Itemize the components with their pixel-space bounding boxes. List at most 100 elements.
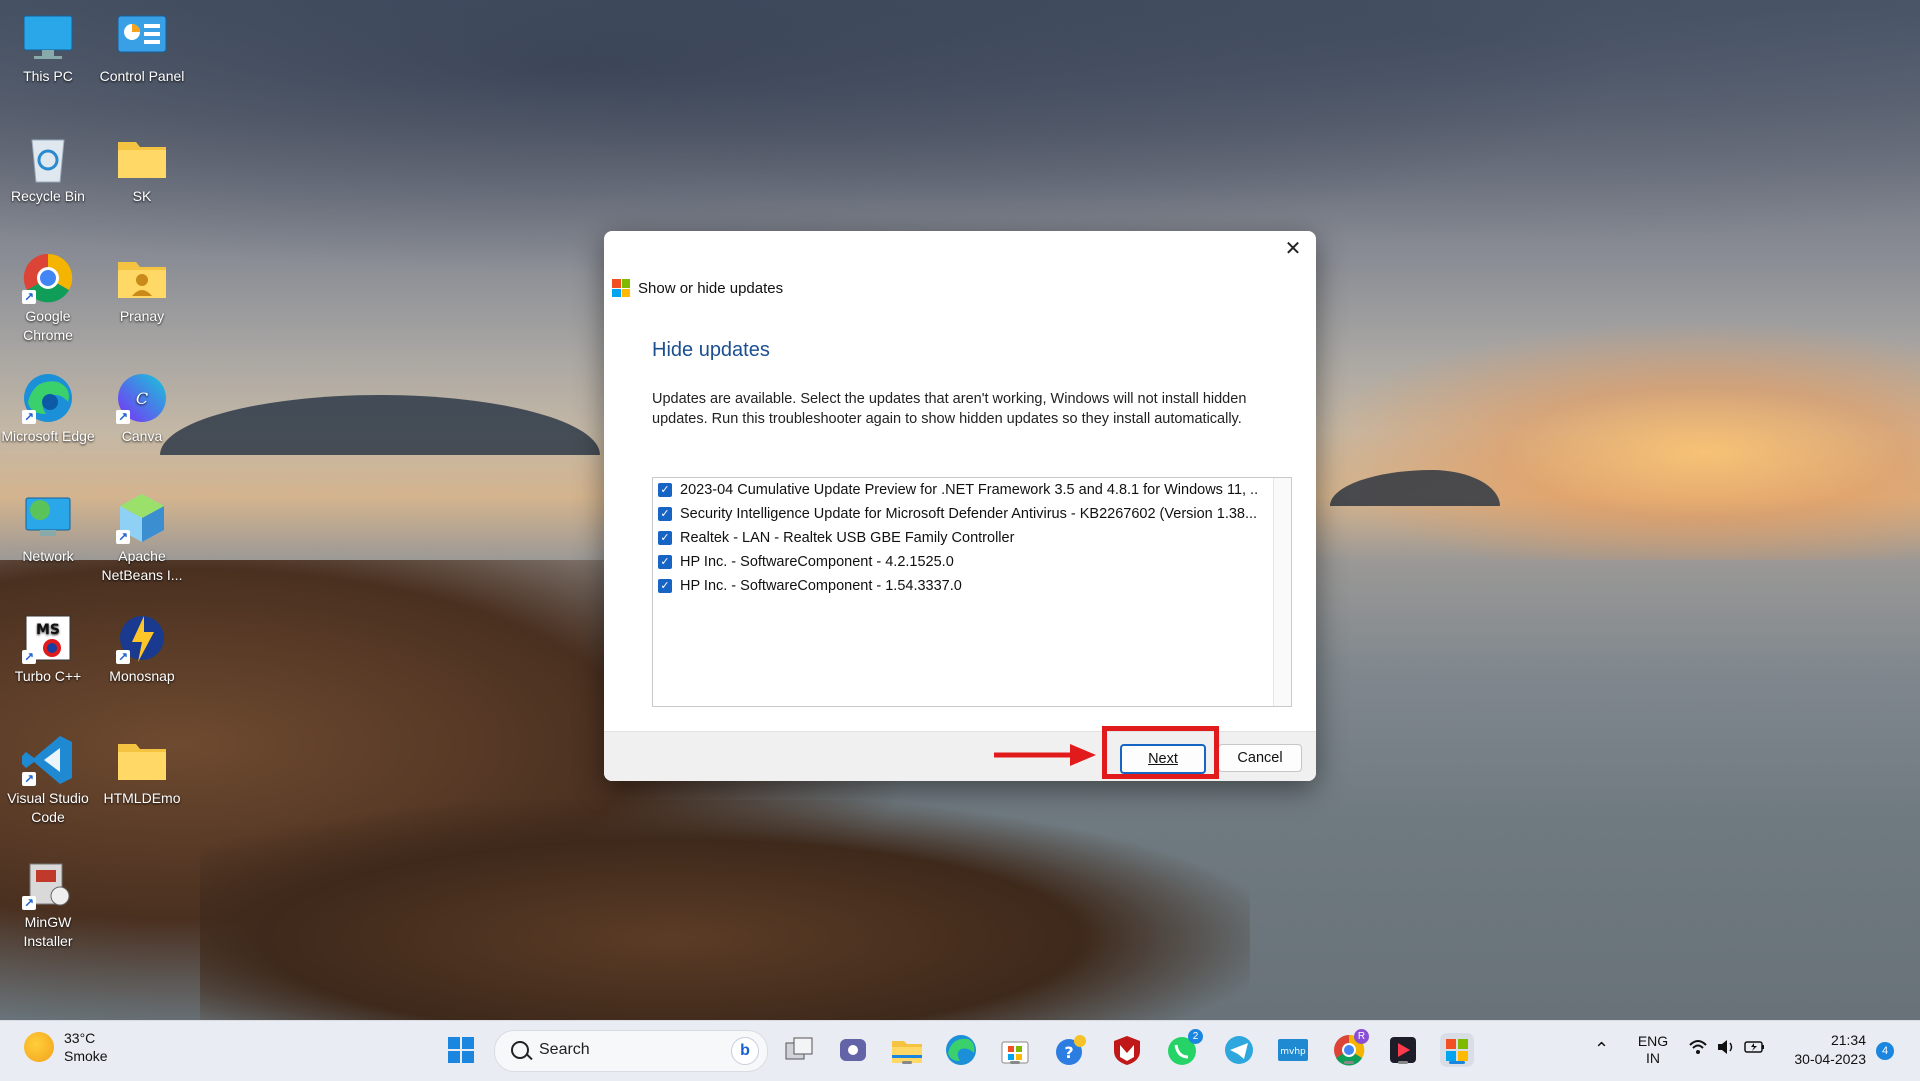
desktop-icon-htmldemo[interactable]: HTMLDEmo	[94, 734, 190, 808]
canva-icon: C ↗	[114, 372, 170, 424]
svg-text:mvhp: mvhp	[1280, 1047, 1306, 1057]
edge-icon: ↗	[20, 372, 76, 424]
desktop-icon-label: This PC	[23, 68, 73, 84]
checkbox-checked-icon[interactable]: ✓	[658, 555, 672, 569]
desktop-icon-label: Microsoft Edge	[1, 428, 95, 444]
update-label: 2023-04 Cumulative Update Preview for .N…	[680, 482, 1258, 498]
desktop-icon-google-chrome[interactable]: ↗ Google Chrome	[0, 252, 96, 345]
weather-description: Smoke	[64, 1048, 108, 1064]
taskbar-whatsapp[interactable]: 2	[1166, 1029, 1203, 1067]
wifi-icon[interactable]	[1688, 1037, 1708, 1060]
desktop-icon-label: Control Panel	[99, 68, 185, 84]
dialog-title-bar: Show or hide updates	[612, 279, 783, 297]
weather-widget[interactable]: 33°C Smoke	[24, 1029, 108, 1065]
wallpaper-rocks-foreground	[200, 800, 1250, 1030]
show-hidden-icons-chevron-up-icon[interactable]: ⌃	[1594, 1039, 1609, 1060]
language-indicator[interactable]: ENG IN	[1636, 1033, 1670, 1067]
desktop-icon-control-panel[interactable]: Control Panel	[94, 12, 190, 86]
desktop-icon-label: MinGW Installer	[23, 914, 73, 949]
update-item[interactable]: ✓ HP Inc. - SoftwareComponent - 1.54.333…	[653, 574, 1258, 598]
taskbar-windows-update-troubleshooter[interactable]	[1440, 1033, 1474, 1067]
folder-icon	[114, 132, 170, 184]
windows-logo-icon	[612, 279, 630, 297]
vscode-icon: ↗	[20, 734, 76, 786]
monosnap-icon: ↗	[114, 612, 170, 664]
update-item[interactable]: ✓ 2023-04 Cumulative Update Preview for …	[653, 478, 1258, 502]
desktop-icon-label: Network	[22, 548, 74, 564]
desktop-icon-monosnap[interactable]: ↗ Monosnap	[94, 612, 190, 686]
desktop-icon-microsoft-edge[interactable]: ↗ Microsoft Edge	[0, 372, 96, 446]
desktop-icon-sk[interactable]: SK	[94, 132, 190, 206]
page-heading: Hide updates	[652, 339, 770, 361]
task-view-icon	[785, 1037, 813, 1060]
svg-text:C: C	[136, 389, 148, 408]
taskbar-file-explorer[interactable]	[890, 1033, 924, 1067]
mcafee-shield-icon	[1114, 1036, 1140, 1065]
checkbox-checked-icon[interactable]: ✓	[658, 579, 672, 593]
battery-icon[interactable]	[1744, 1037, 1766, 1060]
desktop-icon-this-pc[interactable]: This PC	[0, 12, 96, 86]
desktop-icon-network[interactable]: Network	[0, 492, 96, 566]
desktop-icon-label: Visual Studio Code	[7, 790, 89, 825]
shortcut-arrow-icon: ↗	[22, 772, 36, 786]
taskbar-get-help[interactable]: ?	[1054, 1033, 1088, 1067]
annotation-highlight-box	[1102, 726, 1219, 779]
taskbar-teams[interactable]	[836, 1033, 870, 1067]
language-code: ENG	[1637, 1033, 1669, 1049]
show-hide-updates-dialog: ✕ Show or hide updates Hide updates Upda…	[604, 231, 1316, 781]
volume-icon[interactable]	[1716, 1037, 1736, 1060]
telegram-icon	[1225, 1036, 1253, 1064]
task-view-button[interactable]	[782, 1033, 816, 1067]
clock[interactable]: 21:34 30-04-2023	[1784, 1031, 1866, 1069]
checkbox-checked-icon[interactable]: ✓	[658, 507, 672, 521]
taskbar-chrome[interactable]: R	[1332, 1029, 1369, 1067]
desktop-icon-label: Google Chrome	[23, 308, 73, 343]
checkbox-checked-icon[interactable]: ✓	[658, 531, 672, 545]
shortcut-arrow-icon: ↗	[22, 290, 36, 304]
taskbar-edge[interactable]	[944, 1033, 978, 1067]
taskbar-telegram[interactable]	[1222, 1033, 1256, 1067]
update-label: HP Inc. - SoftwareComponent - 1.54.3337.…	[680, 578, 962, 594]
network-icon	[20, 492, 76, 544]
desktop-icon-label: Turbo C++	[14, 668, 82, 684]
taskbar-mvhp[interactable]: mvhp	[1276, 1033, 1310, 1067]
taskbar-anydesk-like[interactable]	[1386, 1033, 1420, 1067]
shortcut-arrow-icon: ↗	[22, 650, 36, 664]
update-label: Security Intelligence Update for Microso…	[680, 506, 1258, 522]
desktop-icon-pranay[interactable]: Pranay	[94, 252, 190, 326]
desktop-icon-recycle-bin[interactable]: Recycle Bin	[0, 132, 96, 206]
control-panel-icon	[114, 12, 170, 64]
desktop-icon-turbo-cpp[interactable]: MS ↗ Turbo C++	[0, 612, 96, 686]
shortcut-arrow-icon: ↗	[116, 650, 130, 664]
whatsapp-badge: 2	[1188, 1029, 1203, 1044]
cancel-button[interactable]: Cancel	[1218, 744, 1302, 772]
taskbar-microsoft-store[interactable]	[998, 1033, 1032, 1067]
folder-icon	[114, 734, 170, 786]
chrome-profile-badge: R	[1354, 1029, 1369, 1044]
list-scrollbar[interactable]	[1273, 478, 1291, 706]
taskbar-search-box[interactable]: Search b	[494, 1030, 768, 1072]
running-indicator	[1398, 1061, 1408, 1064]
desktop-icon-visual-studio-code[interactable]: ↗ Visual Studio Code	[0, 734, 96, 827]
update-item[interactable]: ✓ Security Intelligence Update for Micro…	[653, 502, 1258, 526]
start-button[interactable]	[444, 1033, 478, 1067]
desktop-icon-label: HTMLDEmo	[103, 790, 181, 806]
desktop-icon-canva[interactable]: C ↗ Canva	[94, 372, 190, 446]
updates-list[interactable]: ✓ 2023-04 Cumulative Update Preview for …	[652, 477, 1292, 707]
update-item[interactable]: ✓ HP Inc. - SoftwareComponent - 4.2.1525…	[653, 550, 1258, 574]
help-icon: ?	[1056, 1035, 1086, 1065]
active-indicator	[1449, 1061, 1465, 1064]
close-button[interactable]: ✕	[1270, 231, 1316, 267]
clock-time: 21:34	[1830, 1032, 1866, 1048]
taskbar-mcafee[interactable]	[1110, 1033, 1144, 1067]
desktop-icon-label: Pranay	[119, 308, 165, 324]
teams-chat-icon	[840, 1039, 866, 1061]
update-item[interactable]: ✓ Realtek - LAN - Realtek USB GBE Family…	[653, 526, 1258, 550]
shortcut-arrow-icon: ↗	[116, 410, 130, 424]
bing-icon[interactable]: b	[731, 1037, 759, 1065]
notification-count-badge[interactable]: 4	[1876, 1042, 1894, 1060]
wallpaper-mountain	[160, 395, 600, 455]
desktop-icon-mingw-installer[interactable]: ↗ MinGW Installer	[0, 858, 96, 951]
checkbox-checked-icon[interactable]: ✓	[658, 483, 672, 497]
desktop-icon-apache-netbeans[interactable]: ↗ Apache NetBeans I...	[94, 492, 190, 585]
